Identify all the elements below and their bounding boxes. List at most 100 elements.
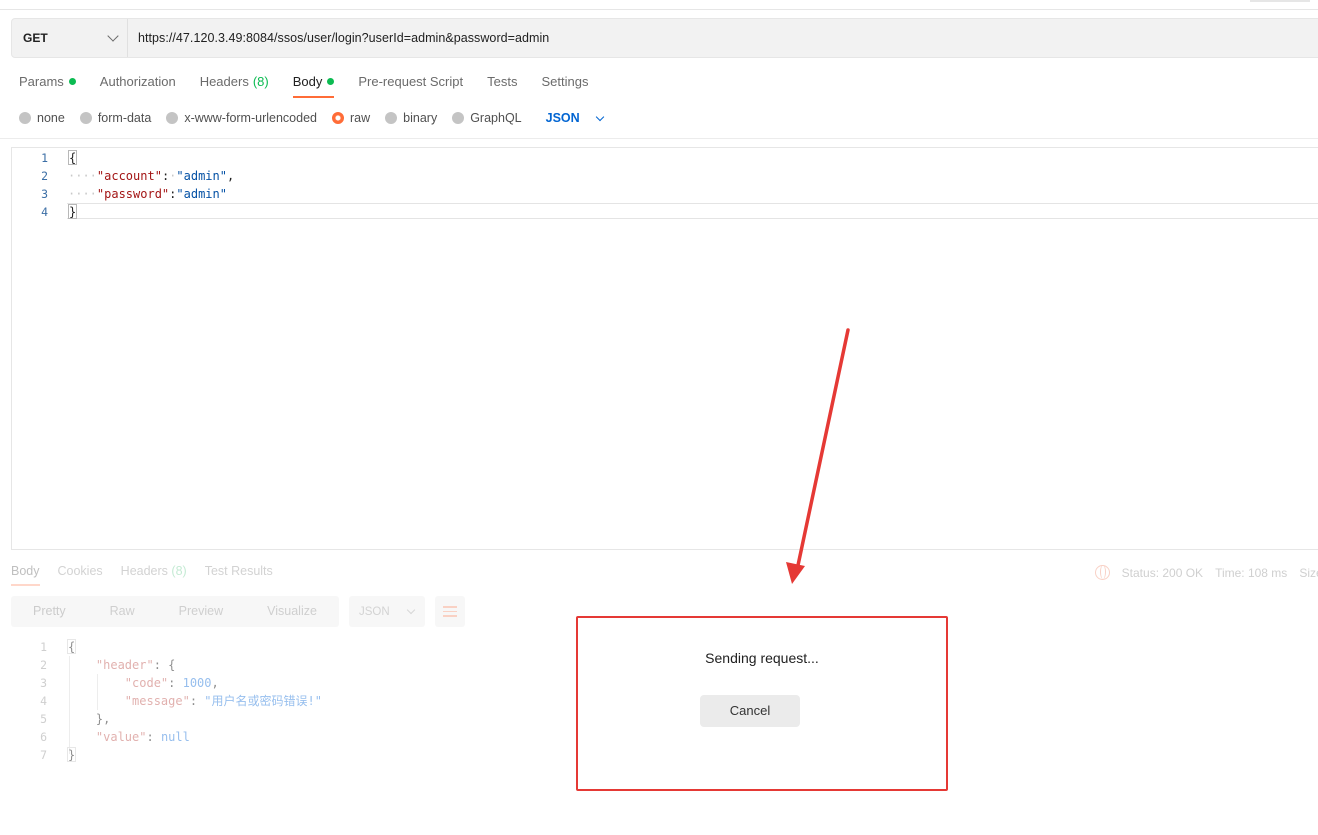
body-type-urlencoded-label: x-www-form-urlencoded bbox=[184, 111, 317, 125]
body-type-binary[interactable]: binary bbox=[385, 111, 437, 125]
line-number: 3 bbox=[41, 187, 48, 201]
response-tab-headers[interactable]: Headers (8) bbox=[121, 564, 187, 586]
radio-graphql[interactable] bbox=[452, 112, 465, 124]
body-type-graphql[interactable]: GraphQL bbox=[452, 111, 522, 125]
line-code: } bbox=[67, 746, 77, 764]
close-brace: } bbox=[67, 747, 77, 762]
headers-count: (8) bbox=[252, 74, 269, 89]
url-input[interactable]: https://47.120.3.49:8084/ssos/user/login… bbox=[128, 31, 549, 45]
editor-line: 3 ····"password":"admin" bbox=[12, 185, 1318, 203]
response-status-bar: Status: 200 OK Time: 108 ms Size: bbox=[1094, 565, 1318, 580]
status-text: Status: 200 OK bbox=[1121, 565, 1204, 580]
line-code: } bbox=[68, 203, 78, 221]
body-type-none[interactable]: none bbox=[19, 111, 65, 125]
body-type-raw-label: raw bbox=[350, 111, 371, 125]
body-type-none-label: none bbox=[37, 111, 65, 125]
body-type-urlencoded[interactable]: x-www-form-urlencoded bbox=[166, 111, 317, 125]
line-code: { bbox=[67, 638, 77, 656]
response-format-select[interactable]: JSON bbox=[348, 596, 425, 627]
open-brace: { bbox=[68, 150, 78, 165]
method-label: GET bbox=[23, 31, 48, 45]
response-tab-test-results[interactable]: Test Results bbox=[205, 564, 273, 586]
response-headers-count: (8) bbox=[171, 564, 187, 578]
json-punct: : { bbox=[153, 658, 176, 672]
editor-line: 2 ····"account":·"admin", bbox=[12, 167, 1318, 185]
json-punct: : bbox=[168, 676, 183, 690]
radio-urlencoded[interactable] bbox=[166, 112, 179, 124]
json-string: "用户名或密码错误!" bbox=[204, 694, 322, 708]
tab-settings-label: Settings bbox=[541, 74, 589, 89]
json-key: "value" bbox=[95, 730, 147, 744]
line-number: 2 bbox=[41, 169, 48, 183]
body-type-form-data[interactable]: form-data bbox=[79, 111, 152, 125]
globe-icon[interactable] bbox=[1094, 565, 1110, 580]
tab-body[interactable]: Body bbox=[292, 72, 335, 98]
view-preview[interactable]: Preview bbox=[157, 596, 245, 627]
tab-pre-request-script[interactable]: Pre-request Script bbox=[358, 72, 463, 98]
body-format-select[interactable]: JSON bbox=[545, 111, 604, 125]
body-type-form-data-label: form-data bbox=[97, 111, 152, 125]
response-tab-headers-label: Headers bbox=[120, 564, 168, 578]
tab-authorization[interactable]: Authorization bbox=[100, 72, 176, 98]
body-type-binary-label: binary bbox=[403, 111, 438, 125]
json-key: "code" bbox=[124, 676, 169, 690]
editor-line: 1 { bbox=[12, 149, 1318, 167]
tab-params-label: Params bbox=[19, 74, 64, 89]
radio-form-data[interactable] bbox=[79, 112, 92, 124]
open-brace: { bbox=[67, 639, 77, 654]
line-code: "code": 1000, bbox=[67, 674, 219, 692]
body-type-selector: none form-data x-www-form-urlencoded raw… bbox=[19, 110, 604, 126]
body-editor[interactable]: 1 { 2 ····"account":·"admin", 3 ····"pas… bbox=[11, 147, 1318, 550]
radio-binary[interactable] bbox=[385, 112, 398, 124]
view-visualize[interactable]: Visualize bbox=[245, 596, 339, 627]
response-tabs: Body Cookies Headers (8) Test Results bbox=[11, 564, 291, 586]
method-select[interactable]: GET bbox=[12, 19, 128, 57]
tab-params[interactable]: Params bbox=[19, 72, 76, 98]
json-key: "header" bbox=[95, 658, 154, 672]
tab-headers[interactable]: Headers (8) bbox=[200, 72, 269, 98]
json-key: "message" bbox=[124, 694, 190, 708]
indent-whitespace: ···· bbox=[68, 169, 97, 183]
tab-settings[interactable]: Settings bbox=[541, 72, 588, 98]
radio-raw[interactable] bbox=[332, 112, 344, 124]
response-format-label: JSON bbox=[358, 605, 390, 618]
editor-line: 4 } bbox=[12, 203, 1318, 221]
chevron-down-icon bbox=[107, 30, 119, 42]
view-pretty[interactable]: Pretty bbox=[11, 596, 88, 627]
line-code: }, bbox=[67, 710, 110, 728]
tab-tests-label: Tests bbox=[487, 74, 518, 89]
json-key: "account" bbox=[96, 169, 162, 183]
line-number: 6 bbox=[40, 730, 47, 744]
sending-request-dialog: Sending request... Cancel bbox=[576, 616, 948, 791]
indent-whitespace: ···· bbox=[68, 187, 97, 201]
tab-authorization-label: Authorization bbox=[99, 74, 176, 89]
json-punct: : bbox=[189, 694, 205, 708]
tab-headers-label: Headers bbox=[199, 74, 249, 89]
request-tabs: Params Authorization Headers (8) Body Pre… bbox=[19, 72, 612, 98]
body-format-label: JSON bbox=[545, 111, 580, 125]
divider bbox=[0, 138, 1318, 139]
tab-pre-request-label: Pre-request Script bbox=[358, 74, 464, 89]
line-number: 5 bbox=[40, 712, 47, 726]
body-type-raw[interactable]: raw bbox=[332, 111, 370, 125]
line-code: "message": "用户名或密码错误!" bbox=[67, 692, 322, 710]
tab-body-label: Body bbox=[292, 74, 323, 89]
response-tab-body[interactable]: Body bbox=[11, 564, 40, 586]
request-url-bar: GET https://47.120.3.49:8084/ssos/user/l… bbox=[11, 18, 1318, 58]
line-number: 4 bbox=[41, 205, 48, 219]
radio-none[interactable] bbox=[19, 112, 31, 124]
json-comma: , bbox=[226, 169, 235, 183]
response-view-bar: Pretty Raw Preview Visualize JSON bbox=[11, 596, 465, 627]
tab-tests[interactable]: Tests bbox=[487, 72, 517, 98]
view-raw[interactable]: Raw bbox=[88, 596, 157, 627]
wrap-lines-icon[interactable] bbox=[434, 596, 465, 627]
chevron-down-icon bbox=[406, 605, 415, 615]
cancel-button[interactable]: Cancel bbox=[700, 695, 800, 727]
body-indicator-dot bbox=[327, 78, 335, 85]
line-number: 1 bbox=[40, 640, 47, 654]
response-tab-cookies[interactable]: Cookies bbox=[58, 564, 103, 586]
dialog-title: Sending request... bbox=[705, 650, 819, 666]
json-comma: , bbox=[211, 676, 219, 690]
top-border bbox=[0, 0, 1318, 10]
chevron-down-icon bbox=[595, 112, 604, 121]
